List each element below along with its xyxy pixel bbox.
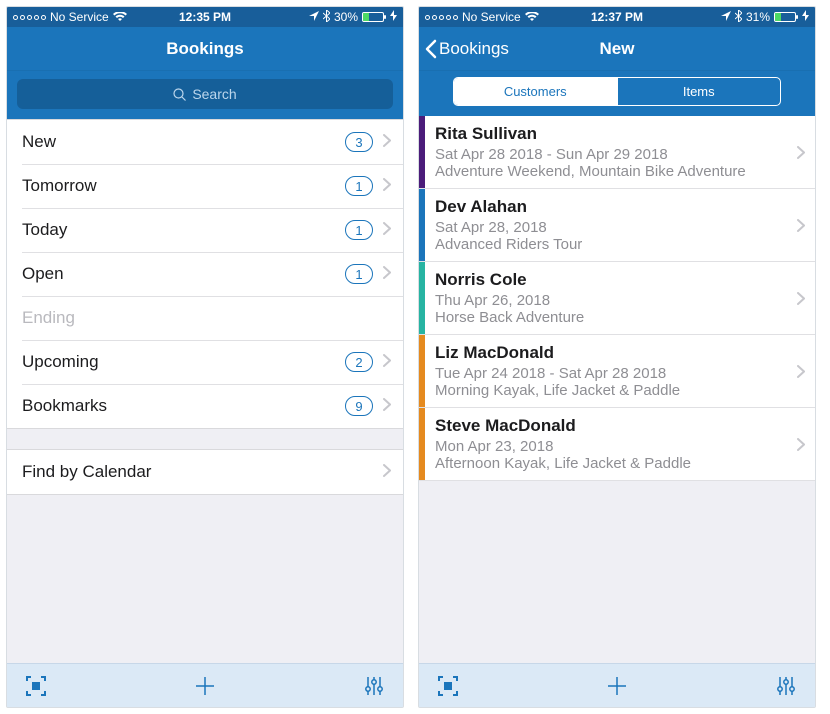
chevron-right-icon [383,178,391,194]
filter-row-ending: Ending [7,296,403,340]
navbar: Bookings New [419,27,815,71]
battery-icon [362,12,384,22]
filter-row-new[interactable]: New 3 [7,120,403,164]
count-badge: 1 [345,264,373,284]
charging-icon [802,10,809,24]
customer-products: Horse Back Adventure [435,309,783,326]
chevron-right-icon [787,335,815,407]
navbar: Bookings [7,27,403,71]
back-button[interactable]: Bookings [425,27,509,70]
settings-sliders-button[interactable] [775,675,797,697]
search-container: Search [7,71,403,119]
toolbar [419,663,815,707]
battery-percent: 30% [334,10,358,24]
chevron-right-icon [787,262,815,334]
toolbar [7,663,403,707]
filter-row-upcoming[interactable]: Upcoming 2 [7,340,403,384]
count-badge: 9 [345,396,373,416]
scan-button[interactable] [25,675,47,697]
customer-date: Sat Apr 28, 2018 [435,219,783,236]
charging-icon [390,10,397,24]
customer-row[interactable]: Norris Cole Thu Apr 26, 2018Horse Back Ad… [419,262,815,335]
filter-row-today[interactable]: Today 1 [7,208,403,252]
filter-row-open[interactable]: Open 1 [7,252,403,296]
chevron-right-icon [383,398,391,414]
customer-row[interactable]: Rita Sullivan Sat Apr 28 2018 - Sun Apr 2… [419,116,815,189]
count-badge: 3 [345,132,373,152]
phone-booking-detail: No Service 12:37 PM 31% [418,6,816,708]
filter-label: New [22,132,56,152]
chevron-right-icon [787,116,815,188]
customer-name: Steve MacDonald [435,416,783,436]
add-button[interactable] [605,674,629,698]
customer-name: Liz MacDonald [435,343,783,363]
filter-label: Upcoming [22,352,99,372]
filter-label: Bookmarks [22,396,107,416]
bluetooth-icon [735,10,742,25]
chevron-right-icon [383,134,391,150]
customer-products: Advanced Riders Tour [435,236,783,253]
page-title: Bookings [166,39,243,59]
wifi-icon [525,12,539,22]
battery-percent: 31% [746,10,770,24]
search-icon [173,88,186,101]
calendar-group: Find by Calendar [7,449,403,495]
customer-name: Dev Alahan [435,197,783,217]
count-badge: 1 [345,176,373,196]
status-bar: No Service 12:35 PM 30% [7,7,403,27]
carrier-label: No Service [50,10,109,24]
chevron-right-icon [787,408,815,480]
customer-list[interactable]: Rita Sullivan Sat Apr 28 2018 - Sun Apr 2… [419,116,815,663]
find-by-calendar-row[interactable]: Find by Calendar [7,450,403,494]
segmented-control: Customers Items [453,77,781,106]
customer-row[interactable]: Liz MacDonald Tue Apr 24 2018 - Sat Apr 2… [419,335,815,408]
signal-dots-icon [13,15,46,20]
signal-dots-icon [425,15,458,20]
customer-name: Norris Cole [435,270,783,290]
customer-date: Tue Apr 24 2018 - Sat Apr 28 2018 [435,365,783,382]
chevron-right-icon [787,189,815,261]
filter-row-bookmarks[interactable]: Bookmarks 9 [7,384,403,428]
segmented-container: Customers Items [419,71,815,116]
search-placeholder: Search [192,86,236,102]
filter-label: Ending [22,308,75,328]
search-input[interactable]: Search [17,79,393,109]
chevron-right-icon [383,464,391,480]
page-title: New [600,39,635,59]
status-bar: No Service 12:37 PM 31% [419,7,815,27]
filter-label: Open [22,264,64,284]
list-area[interactable]: New 3 Tomorrow 1 Today 1 Open 1 Ending Upcoming 2 B… [7,119,403,663]
filter-list: New 3 Tomorrow 1 Today 1 Open 1 Ending Upcoming 2 B… [7,119,403,429]
customer-row[interactable]: Dev Alahan Sat Apr 28, 2018Advanced Rider… [419,189,815,262]
filter-label: Tomorrow [22,176,97,196]
wifi-icon [113,12,127,22]
customer-row[interactable]: Steve MacDonald Mon Apr 23, 2018Afternoon… [419,408,815,481]
segment-customers[interactable]: Customers [454,78,617,105]
location-icon [721,10,731,24]
settings-sliders-button[interactable] [363,675,385,697]
chevron-right-icon [383,222,391,238]
customer-date: Sat Apr 28 2018 - Sun Apr 29 2018 [435,146,783,163]
customer-products: Adventure Weekend, Mountain Bike Adventu… [435,163,783,180]
customer-date: Mon Apr 23, 2018 [435,438,783,455]
customer-products: Afternoon Kayak, Life Jacket & Paddle [435,455,783,472]
filter-label: Today [22,220,67,240]
bluetooth-icon [323,10,330,25]
battery-icon [774,12,796,22]
filter-row-tomorrow[interactable]: Tomorrow 1 [7,164,403,208]
customer-date: Thu Apr 26, 2018 [435,292,783,309]
phone-bookings-list: No Service 12:35 PM 30% [6,6,404,708]
chevron-right-icon [383,266,391,282]
add-button[interactable] [193,674,217,698]
chevron-right-icon [383,354,391,370]
count-badge: 2 [345,352,373,372]
carrier-label: No Service [462,10,521,24]
customer-name: Rita Sullivan [435,124,783,144]
segment-items[interactable]: Items [618,78,781,105]
location-icon [309,10,319,24]
chevron-left-icon [425,39,437,59]
scan-button[interactable] [437,675,459,697]
customer-products: Morning Kayak, Life Jacket & Paddle [435,382,783,399]
count-badge: 1 [345,220,373,240]
